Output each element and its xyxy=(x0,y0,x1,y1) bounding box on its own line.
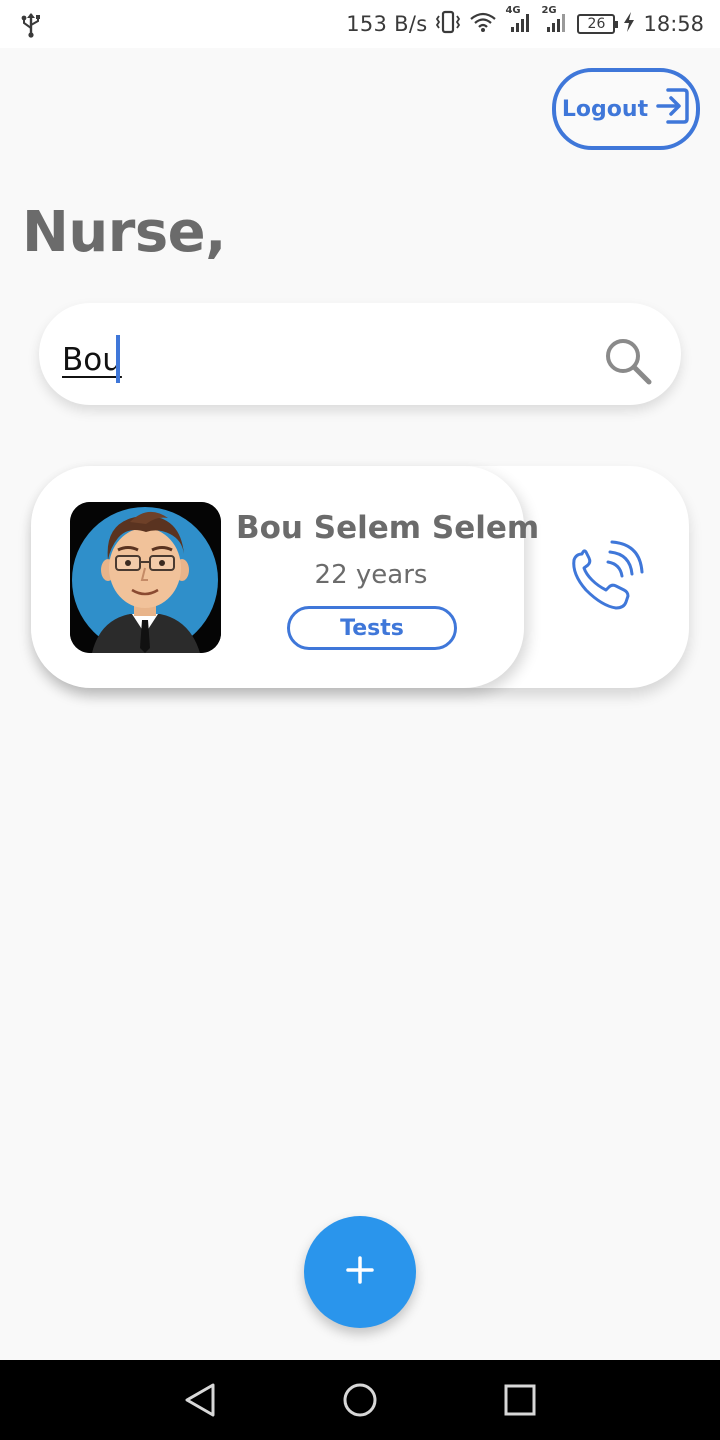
system-nav-bar xyxy=(0,1360,720,1440)
recents-icon[interactable] xyxy=(480,1360,560,1440)
battery-level: 26 xyxy=(587,16,606,32)
logout-label: Logout xyxy=(561,96,649,122)
network-type-label: 2G xyxy=(541,4,557,16)
tests-button[interactable]: Tests xyxy=(287,606,457,650)
greeting-title: Nurse, xyxy=(22,200,226,265)
patient-avatar xyxy=(70,502,221,653)
network-speed: 153 B/s xyxy=(346,12,428,36)
phone-call-icon[interactable] xyxy=(568,540,644,614)
patient-age: 22 years xyxy=(314,560,428,590)
search-icon[interactable] xyxy=(603,336,653,390)
signal-icon: 4G xyxy=(505,5,533,38)
app-screen: 153 B/s 4G 2G 26 18:58 Logout Nurse, Bou… xyxy=(0,0,720,1440)
charging-icon xyxy=(623,11,635,38)
search-bar[interactable] xyxy=(39,303,681,405)
patient-name: Bou Selem Selem xyxy=(236,510,540,546)
text-cursor xyxy=(116,335,120,383)
wifi-icon xyxy=(469,11,497,38)
status-bar: 153 B/s 4G 2G 26 18:58 xyxy=(0,0,720,48)
clock: 18:58 xyxy=(643,12,704,36)
tests-label: Tests xyxy=(340,615,404,641)
battery-icon: 26 xyxy=(577,14,619,34)
network-type-label: 4G xyxy=(505,4,521,16)
add-patient-button[interactable] xyxy=(304,1216,416,1328)
signal-icon: 2G xyxy=(541,5,569,38)
back-icon[interactable] xyxy=(160,1360,240,1440)
usb-icon xyxy=(20,12,42,42)
home-icon[interactable] xyxy=(320,1360,400,1440)
search-input[interactable]: Bou xyxy=(62,342,122,378)
plus-icon xyxy=(346,1256,374,1288)
status-icons: 153 B/s 4G 2G 26 18:58 xyxy=(346,0,704,48)
logout-icon xyxy=(656,86,690,132)
logout-button[interactable]: Logout xyxy=(552,68,700,150)
vibrate-icon xyxy=(435,10,461,39)
